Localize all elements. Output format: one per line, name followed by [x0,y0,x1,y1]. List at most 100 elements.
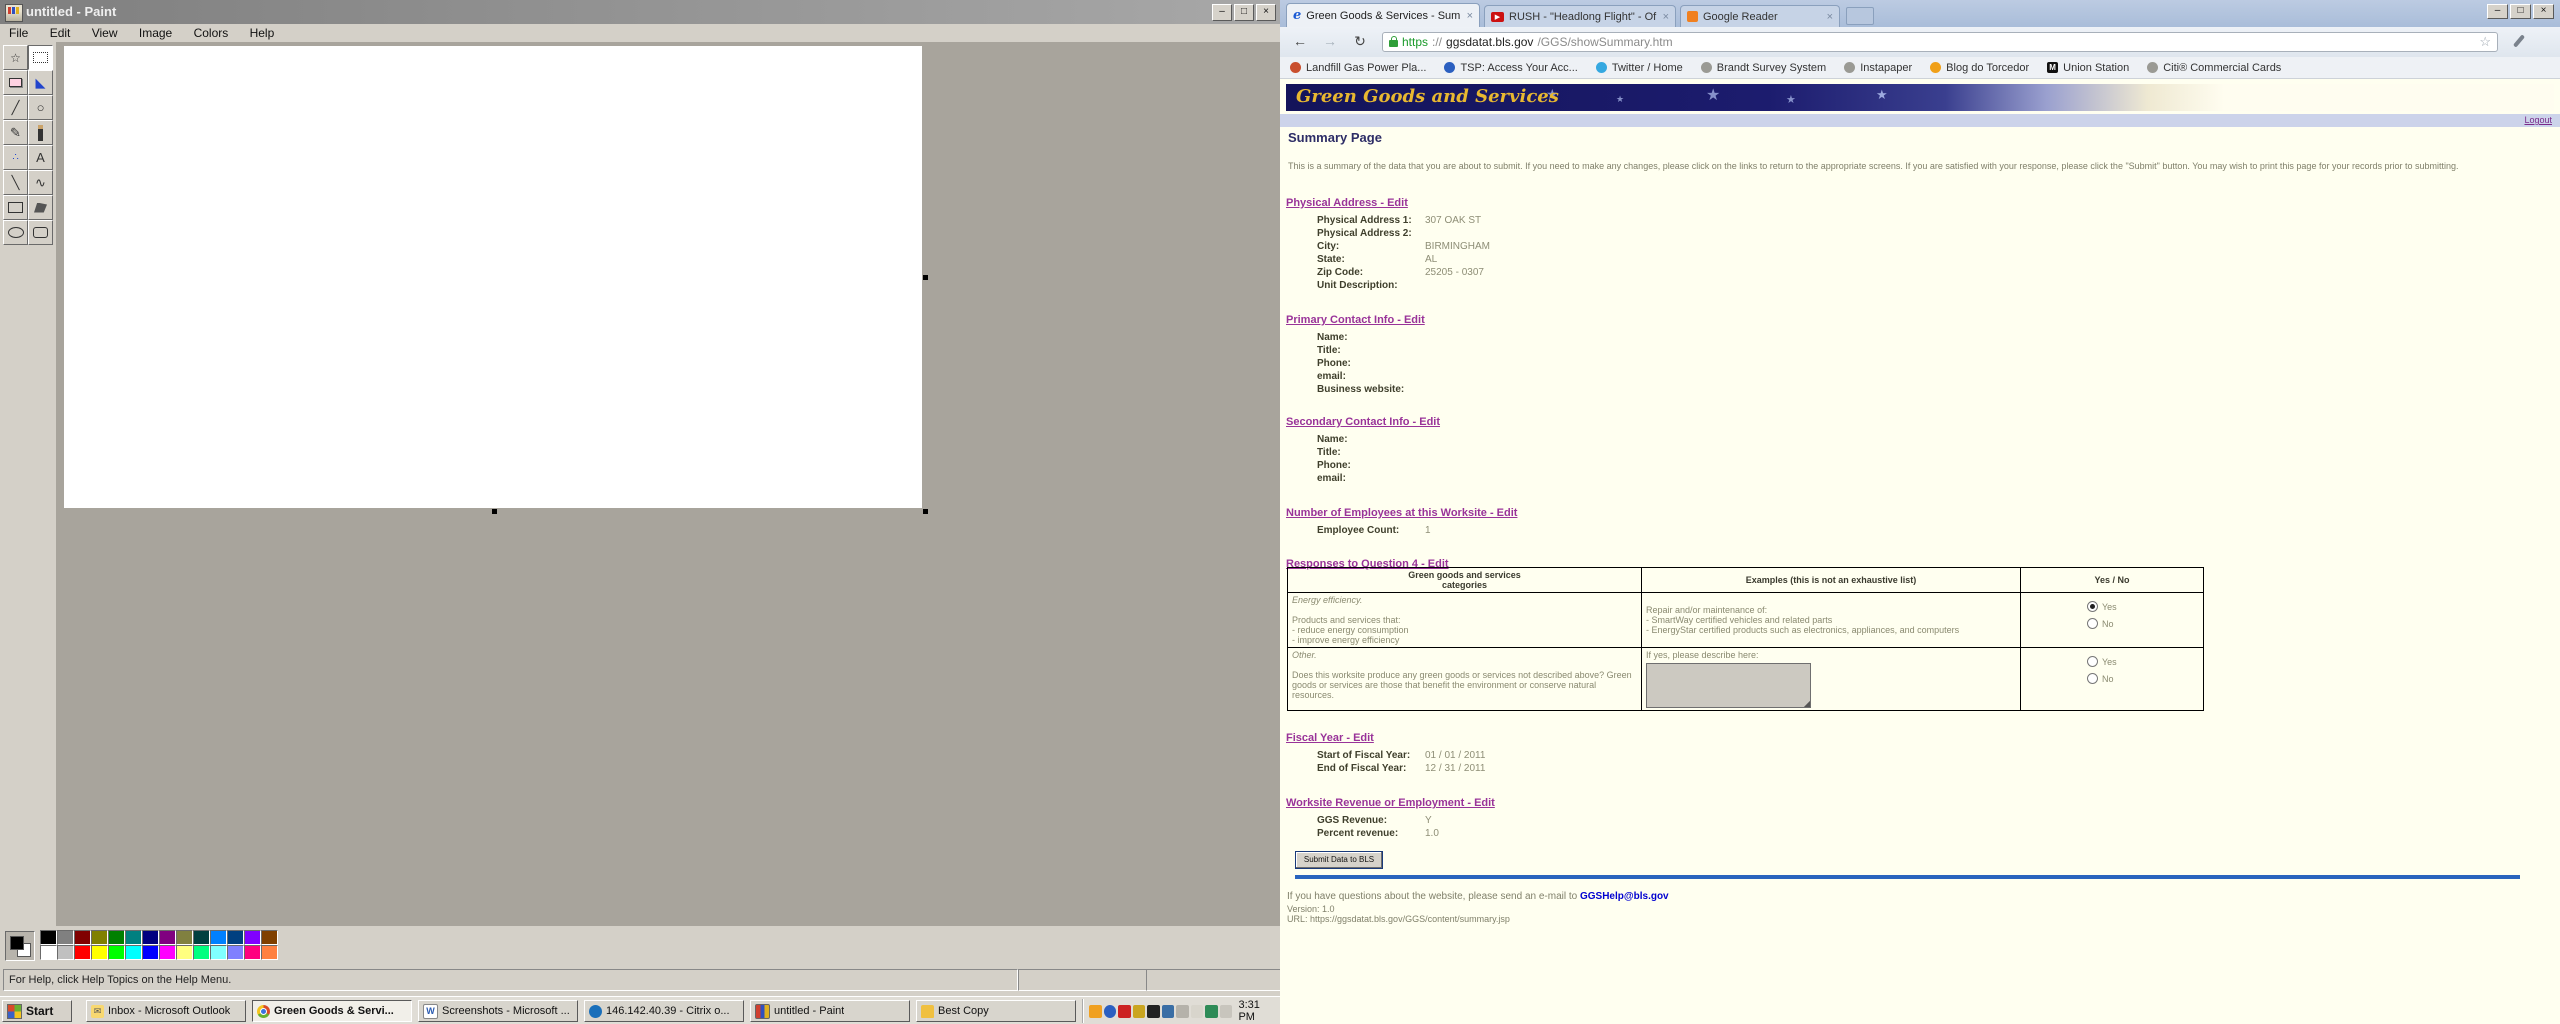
tool-brush-button[interactable] [28,120,53,145]
taskbar-button-folder[interactable]: Best Copy [916,1000,1076,1022]
paint-close-button[interactable]: × [1256,4,1276,21]
tool-line-button[interactable]: ╲ [3,170,28,195]
tool-curve-button[interactable]: ∿ [28,170,53,195]
foreground-color-swatch[interactable] [10,936,24,950]
employees-edit-link[interactable]: Number of Employees at this Worksite - E… [1286,507,1517,519]
bookmark-instapaper[interactable]: Instapaper [1844,62,1912,74]
palette-color[interactable] [176,945,193,960]
bookmark-landfill[interactable]: Landfill Gas Power Pla... [1290,62,1426,74]
tray-display-icon[interactable] [1161,1004,1175,1018]
palette-color[interactable] [108,945,125,960]
describe-textarea[interactable]: ◢ [1646,663,1811,708]
palette-color[interactable] [74,945,91,960]
palette-color[interactable] [142,930,159,945]
canvas-resize-handle-right[interactable] [923,275,928,280]
taskbar-button-chrome[interactable]: Green Goods & Servi... [252,1000,412,1022]
tool-eraser-button[interactable] [3,70,28,95]
reload-button[interactable]: ↻ [1348,31,1372,52]
tray-volume-muted-icon[interactable] [1176,1004,1189,1018]
tab-green-goods[interactable]: e Green Goods & Services - Sum × [1286,3,1480,27]
menu-view[interactable]: View [83,24,127,42]
taskbar-clock[interactable]: 3:31 PM [1238,999,1278,1023]
tool-magnifier-button[interactable]: ○ [28,95,53,120]
menu-file[interactable]: File [0,24,37,42]
palette-color[interactable] [125,930,142,945]
paint-titlebar[interactable]: untitled - Paint – □ × [0,0,1280,24]
bookmark-brandt[interactable]: Brandt Survey System [1700,62,1826,74]
palette-color[interactable] [40,930,57,945]
tray-reminder-icon[interactable] [1089,1004,1102,1018]
palette-color[interactable] [74,930,91,945]
new-tab-button[interactable] [1846,7,1874,25]
menu-edit[interactable]: Edit [41,24,80,42]
palette-color[interactable] [244,930,261,945]
taskbar-button-word[interactable]: W Screenshots - Microsoft ... [418,1000,578,1022]
palette-color[interactable] [57,945,74,960]
palette-color[interactable] [91,930,108,945]
bookmark-citi[interactable]: Citi® Commercial Cards [2147,62,2281,74]
tool-airbrush-button[interactable]: ∴ [3,145,28,170]
q4-row1-no-radio[interactable] [2087,618,2098,629]
tool-select-button[interactable] [28,45,53,70]
physical-address-edit-link[interactable]: Physical Address - Edit [1286,197,1408,209]
primary-contact-edit-link[interactable]: Primary Contact Info - Edit [1286,314,1425,326]
palette-color[interactable] [261,945,278,960]
menu-colors[interactable]: Colors [185,24,238,42]
tool-rounded-rectangle-button[interactable] [28,220,53,245]
submit-button[interactable]: Submit Data to BLS [1295,851,1383,869]
palette-color[interactable] [40,945,57,960]
start-button[interactable]: Start [2,1000,72,1022]
tab-close-icon[interactable]: × [1663,11,1669,23]
tool-ellipse-button[interactable] [3,220,28,245]
worksite-revenue-edit-link[interactable]: Worksite Revenue or Employment - Edit [1286,797,1495,809]
tray-lock-icon[interactable] [1132,1004,1146,1018]
canvas-resize-handle-corner[interactable] [923,509,928,514]
taskbar-button-paint[interactable]: untitled - Paint [750,1000,910,1022]
bookmark-blog[interactable]: Blog do Torcedor [1930,62,2029,74]
tool-pencil-button[interactable]: ✎ [3,120,28,145]
tool-text-button[interactable]: A [28,145,53,170]
palette-color[interactable] [244,945,261,960]
palette-color[interactable] [210,945,227,960]
palette-color[interactable] [91,945,108,960]
palette-color[interactable] [210,930,227,945]
menu-image[interactable]: Image [130,24,181,42]
tab-google-reader[interactable]: Google Reader × [1680,5,1840,27]
logout-link[interactable]: Logout [2524,114,2552,127]
tray-messenger-icon[interactable] [1103,1004,1117,1018]
taskbar-button-outlook[interactable]: ✉ Inbox - Microsoft Outlook [86,1000,246,1022]
textarea-resize-icon[interactable]: ◢ [1804,699,1810,709]
paint-minimize-button[interactable]: – [1212,4,1232,21]
palette-color[interactable] [193,930,210,945]
browser-close-button[interactable]: × [2533,4,2554,19]
palette-color[interactable] [159,930,176,945]
tab-close-icon[interactable]: × [1467,10,1473,22]
fiscal-year-edit-link[interactable]: Fiscal Year - Edit [1286,732,1374,744]
bookmark-union-station[interactable]: M Union Station [2047,62,2129,74]
tool-pick-color-button[interactable]: ╱ [3,95,28,120]
q4-row2-yes-radio[interactable] [2087,656,2098,667]
bookmark-twitter[interactable]: Twitter / Home [1595,62,1683,74]
palette-color[interactable] [57,930,74,945]
tab-youtube[interactable]: ▶ RUSH - "Headlong Flight" - Of × [1484,5,1676,27]
address-bar[interactable]: https://ggsdatat.bls.gov/GGS/showSummary… [1382,32,2498,52]
tool-free-form-select-button[interactable]: ☆ [3,45,28,70]
palette-color[interactable] [108,930,125,945]
paint-canvas[interactable] [64,46,922,508]
palette-color[interactable] [261,930,278,945]
palette-color[interactable] [227,930,244,945]
palette-color[interactable] [193,945,210,960]
tray-network-icon[interactable] [1190,1004,1204,1018]
paint-restore-button[interactable]: □ [1234,4,1254,21]
tray-pointer-icon[interactable] [1219,1004,1233,1018]
browser-restore-button[interactable]: □ [2510,4,2531,19]
menu-help[interactable]: Help [241,24,284,42]
taskbar-button-citrix[interactable]: 146.142.40.39 - Citrix o... [584,1000,744,1022]
secondary-contact-edit-link[interactable]: Secondary Contact Info - Edit [1286,416,1440,428]
bookmark-tsp[interactable]: TSP: Access Your Acc... [1444,62,1578,74]
wrench-menu-icon[interactable] [2510,34,2528,50]
q4-row1-yes-radio[interactable] [2087,601,2098,612]
palette-color[interactable] [227,945,244,960]
tool-fill-button[interactable]: ◣ [28,70,53,95]
bookmark-star-icon[interactable]: ☆ [2479,34,2491,50]
